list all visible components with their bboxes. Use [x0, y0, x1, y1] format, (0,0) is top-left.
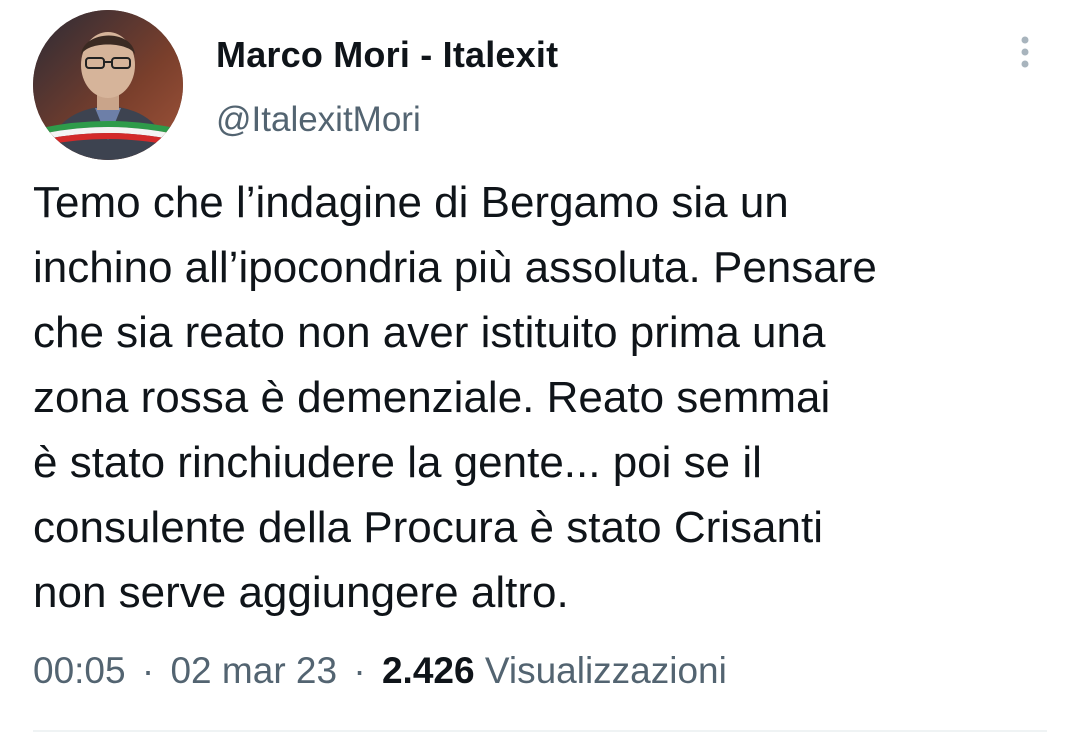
- author-handle[interactable]: @ItalexitMori: [216, 100, 421, 140]
- views-count[interactable]: 2.426: [382, 650, 475, 691]
- meta-separator: ·: [141, 650, 155, 691]
- meta-separator: ·: [353, 650, 366, 691]
- tweet-text-line: zona rossa è demenziale. Reato semmai: [33, 373, 831, 422]
- author-display-name[interactable]: Marco Mori - Italexit: [216, 34, 558, 76]
- tweet-text-line: che sia reato non aver istituito prima u…: [33, 308, 826, 357]
- tweet-text: Temo che l’indagine di Bergamo sia un in…: [33, 170, 1053, 625]
- profile-photo-icon: [33, 10, 183, 160]
- tweet-text-line: è stato rinchiudere la gente... poi se i…: [33, 438, 762, 487]
- tweet-text-line: non serve aggiungere altro.: [33, 568, 569, 617]
- divider: [33, 730, 1047, 732]
- tweet-text-line: consulente della Procura è stato Crisant…: [33, 503, 823, 552]
- tweet-meta: 00:05 · 02 mar 23 · 2.426 Visualizzazion…: [33, 650, 727, 692]
- avatar[interactable]: [33, 10, 183, 160]
- views-label[interactable]: Visualizzazioni: [485, 650, 727, 691]
- tweet-text-line: inchino all’ipocondria più assoluta. Pen…: [33, 243, 877, 292]
- tweet-date[interactable]: 02 mar 23: [170, 650, 337, 691]
- tweet-card: Marco Mori - Italexit @ItalexitMori Temo…: [0, 0, 1080, 744]
- tweet-text-line: Temo che l’indagine di Bergamo sia un: [33, 178, 789, 227]
- more-options-icon[interactable]: [1008, 34, 1042, 74]
- tweet-time[interactable]: 00:05: [33, 650, 126, 691]
